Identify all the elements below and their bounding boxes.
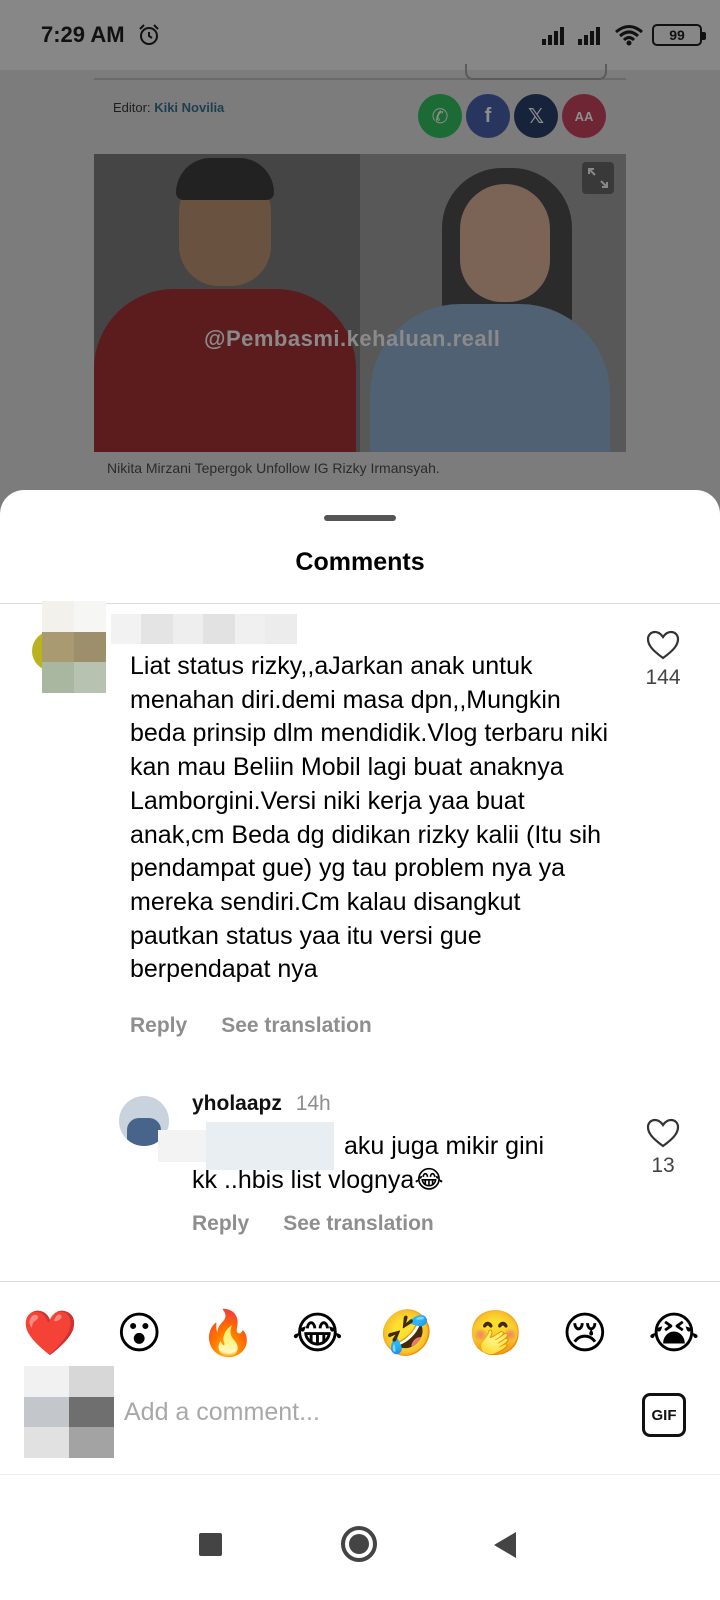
quick-reactions: ❤️ 😮 🔥 😂 🤣 🤭 😢 😭 [22, 1306, 702, 1362]
see-translation-button[interactable]: See translation [221, 1014, 372, 1038]
signal-icon [578, 27, 600, 45]
comment-like: 144 [633, 630, 693, 690]
comment-input[interactable] [124, 1392, 604, 1432]
reply-header: yholaapz 14h [192, 1092, 331, 1116]
sheet-title: Comments [295, 548, 425, 576]
wifi-icon [615, 25, 643, 46]
article-background: Editor: Kiki Novilia ✆ f 𝕏 AA @Pembasmi.… [0, 64, 720, 490]
reply-username[interactable]: yholaapz [192, 1092, 282, 1115]
photo-right-person [360, 154, 626, 452]
own-avatar [24, 1366, 114, 1458]
avatar[interactable] [42, 601, 106, 693]
rofl-emoji[interactable]: 🤣 [379, 1306, 435, 1362]
joy-emoji[interactable]: 😂 [289, 1306, 345, 1362]
x-share-button[interactable]: 𝕏 [514, 94, 558, 138]
heart-icon[interactable] [646, 1118, 680, 1148]
drag-handle[interactable] [324, 515, 396, 521]
divider [0, 1474, 720, 1475]
sob-emoji[interactable]: 😭 [646, 1306, 702, 1362]
comment-actions: Reply See translation [130, 1014, 372, 1038]
fire-emoji[interactable]: 🔥 [200, 1306, 256, 1362]
expand-icon[interactable] [582, 162, 614, 194]
username-blurred [111, 614, 297, 644]
reply-text-line: kk ..hbis list vlognya😂 [192, 1165, 444, 1194]
photo-caption: Nikita Mirzani Tepergok Unfollow IG Rizk… [107, 460, 440, 476]
signal-icon [542, 27, 564, 45]
divider [0, 1281, 720, 1282]
editor-name[interactable]: Kiki Novilia [154, 100, 224, 115]
battery-icon: 99 [652, 24, 706, 46]
status-bar: 7:29 AM 99 [0, 0, 720, 70]
font-size-button[interactable]: AA [562, 94, 606, 138]
navigation-bar [0, 1496, 720, 1600]
recent-apps-icon[interactable] [199, 1533, 222, 1556]
surprised-emoji[interactable]: 😮 [111, 1306, 167, 1362]
reply-button[interactable]: Reply [192, 1212, 249, 1236]
divider [0, 603, 720, 604]
share-buttons: ✆ f 𝕏 AA [418, 94, 606, 138]
sad-emoji[interactable]: 😢 [557, 1306, 613, 1362]
reply-actions: Reply See translation [192, 1212, 434, 1236]
editor-credit: Editor: Kiki Novilia [113, 100, 224, 115]
hand-over-mouth-emoji[interactable]: 🤭 [468, 1306, 524, 1362]
photo-left-person [94, 154, 360, 452]
photo-watermark: @Pembasmi.kehaluan.reall [204, 326, 501, 351]
back-icon[interactable] [494, 1532, 516, 1558]
editor-label: Editor: [113, 100, 151, 115]
gif-button[interactable]: GIF [642, 1393, 686, 1437]
article-tag [465, 64, 607, 80]
reply-button[interactable]: Reply [130, 1014, 187, 1038]
heart-emoji[interactable]: ❤️ [22, 1306, 78, 1362]
facebook-share-button[interactable]: f [466, 94, 510, 138]
heart-icon[interactable] [646, 630, 680, 660]
reply-text: aku juga mikir gini kk ..hbis list vlogn… [192, 1130, 592, 1197]
like-count: 13 [651, 1154, 675, 1177]
comment-text: Liat status rizky,,aJarkan anak untuk me… [130, 652, 609, 984]
comments-sheet: Comments Liat status rizky,,aJarkan anak… [0, 490, 720, 1600]
like-count: 144 [645, 666, 681, 689]
article-photo[interactable]: @Pembasmi.kehaluan.reall [94, 154, 626, 452]
reply-like: 13 [633, 1118, 693, 1178]
reply-text-line: aku juga mikir gini [344, 1132, 545, 1160]
see-translation-button[interactable]: See translation [283, 1212, 434, 1236]
status-time: 7:29 AM [41, 22, 125, 47]
alarm-icon [139, 24, 159, 45]
home-icon[interactable] [341, 1526, 377, 1562]
reply-time: 14h [295, 1092, 331, 1115]
whatsapp-share-button[interactable]: ✆ [418, 94, 462, 138]
status-icons: 99 [542, 24, 706, 46]
